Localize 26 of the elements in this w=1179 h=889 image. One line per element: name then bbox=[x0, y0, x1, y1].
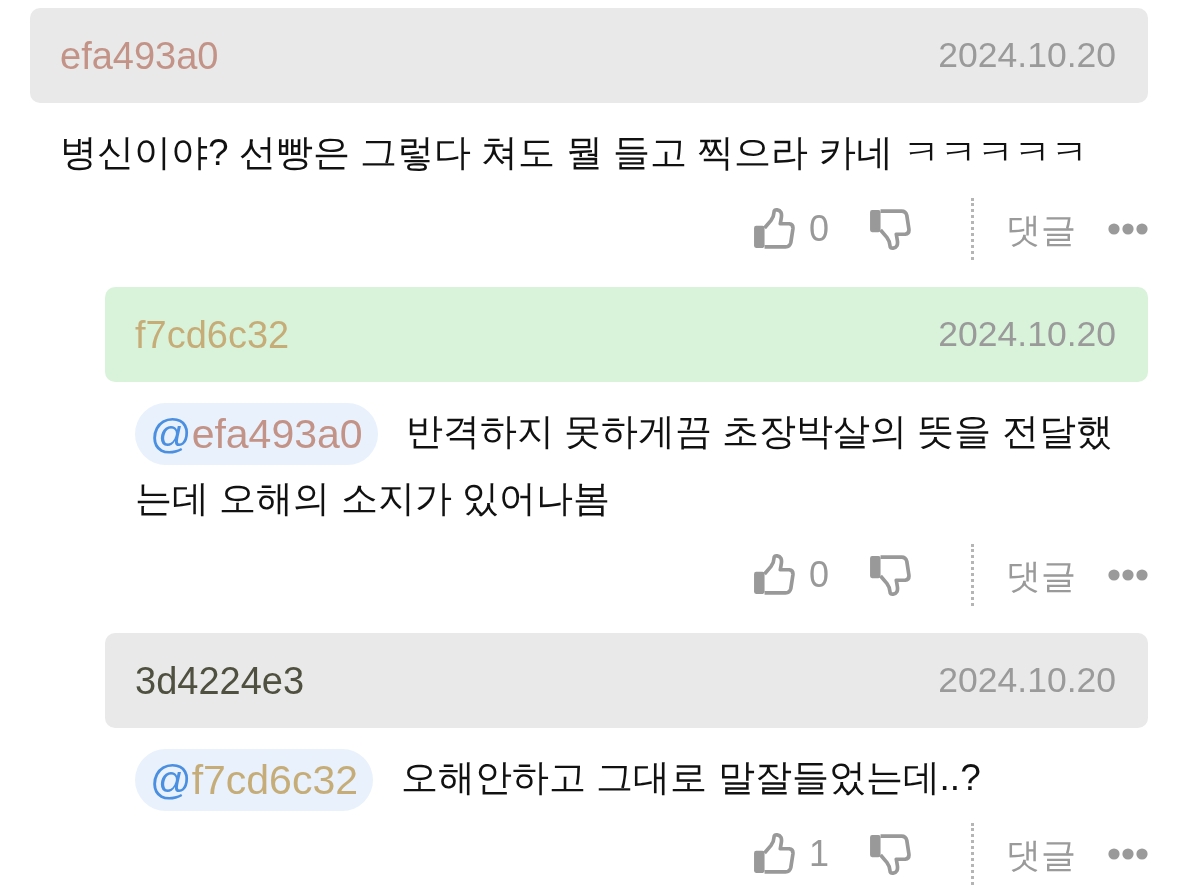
thumbs-down-icon[interactable] bbox=[869, 832, 911, 877]
reply-button[interactable]: 댓글 bbox=[1006, 836, 1076, 872]
thumbs-up-icon bbox=[752, 208, 795, 250]
thumbs-up-icon bbox=[752, 554, 795, 597]
comment-text: @efa493a0 반격하지 못하게끔 초장박살의 뜻을 전달했는데 오해의 소지가 있어나봄 bbox=[105, 398, 1148, 533]
comment-text: 병신이야? 선빵은 그렇다 쳐도 뭘 들고 찍으라 카네 ㅋㅋㅋㅋㅋ bbox=[59, 131, 1089, 175]
thumbs-up-icon bbox=[752, 833, 795, 876]
more-options-icon[interactable] bbox=[1108, 569, 1148, 582]
comment-date: 2024.10.20 bbox=[938, 37, 1116, 74]
comment-text: @f7cd6c32 오해안하고 그대로 말잘들었는데..? bbox=[105, 744, 1148, 812]
reply-button[interactable]: 댓글 bbox=[1006, 211, 1076, 247]
like-button[interactable]: 0 bbox=[752, 208, 829, 250]
comment-date: 2024.10.20 bbox=[938, 662, 1116, 699]
reply-button[interactable]: 댓글 bbox=[1006, 557, 1076, 593]
mention-link[interactable]: @f7cd6c32 bbox=[135, 749, 374, 812]
more-options-icon[interactable] bbox=[1108, 223, 1148, 235]
author-name: f7cd6c32 bbox=[135, 315, 290, 354]
author-name: 3d4224e3 bbox=[135, 661, 305, 700]
author-name: efa493a0 bbox=[60, 36, 219, 75]
like-button[interactable]: 1 bbox=[752, 833, 829, 876]
thumbs-down-icon[interactable] bbox=[869, 207, 911, 251]
more-options-icon[interactable] bbox=[1108, 848, 1148, 861]
like-button[interactable]: 0 bbox=[752, 554, 829, 597]
comment-date: 2024.10.20 bbox=[938, 316, 1116, 353]
mention-link[interactable]: @efa493a0 bbox=[135, 403, 378, 466]
thumbs-down-icon[interactable] bbox=[869, 553, 911, 598]
